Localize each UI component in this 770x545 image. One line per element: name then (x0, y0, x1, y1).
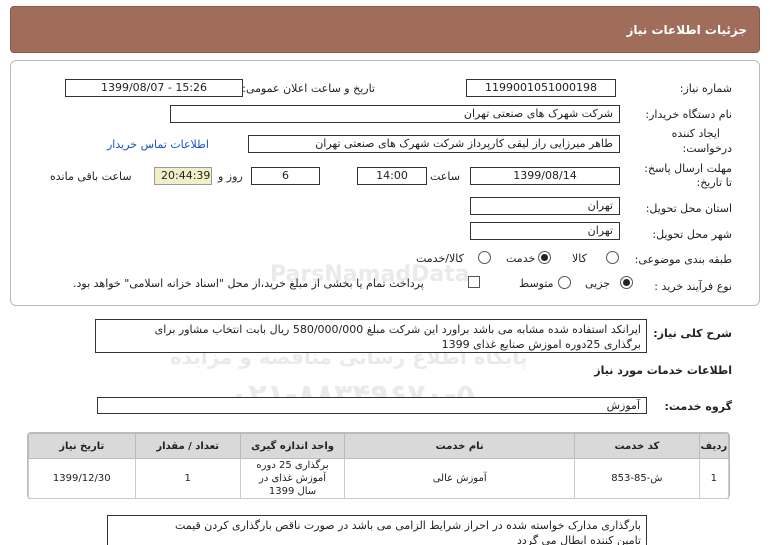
city-field: تهران (470, 222, 620, 240)
category-label: طبقه بندی موضوعی: (634, 253, 732, 266)
remaining-days-label: روز و (218, 170, 243, 183)
deadline-date-field: 1399/08/14 (470, 167, 620, 185)
cell-name: آموزش عالی (344, 458, 576, 499)
category-option-goods: کالا (572, 252, 587, 265)
city-label: شهر محل تحویل: (652, 228, 732, 241)
remaining-time-label: ساعت باقی مانده (50, 170, 132, 183)
remaining-days-field: 6 (251, 167, 320, 185)
process-radio-minor[interactable] (620, 276, 633, 289)
buyer-notes-line1: بارگذاری مدارک خواسته شده در احراز شرایط… (175, 519, 641, 532)
services-section-title: اطلاعات خدمات مورد نیاز (594, 364, 732, 377)
cell-qty: 1 (134, 458, 241, 499)
process-option-medium: متوسط (519, 277, 554, 290)
remaining-time-field: 20:44:39 (154, 167, 212, 185)
province-label: استان محل تحویل: (645, 202, 732, 215)
buyer-contact-link[interactable]: اطلاعات تماس خریدار (107, 138, 209, 151)
category-option-service: خدمت (506, 252, 536, 265)
announce-date-label: تاریخ و ساعت اعلان عمومی: (242, 82, 375, 95)
cell-row: 1 (698, 458, 730, 499)
need-number-label: شماره نیاز: (679, 82, 732, 95)
deadline-time-field: 14:00 (357, 167, 427, 185)
summary-label: شرح کلی نیاز: (653, 327, 732, 340)
col-date: تاریخ نیاز (28, 433, 136, 459)
page-title: جزئیات اطلاعات نیاز (626, 23, 747, 37)
col-unit: واحد اندازه گیری (239, 433, 346, 459)
service-group-field: آموزش (97, 397, 647, 414)
col-name: نام خدمت (344, 433, 576, 459)
deadline-label-line2: تا تاریخ: (696, 176, 732, 189)
summary-line2: برگذاری 25دوره اموزش صنایع غذای 1399 (441, 338, 641, 351)
category-option-goods-service: کالا/خدمت (416, 252, 464, 265)
creator-field: طاهر میرزایی راز لیقی کارپرداز شرکت شهرک… (248, 135, 620, 153)
process-option-minor: جزیی (585, 277, 611, 290)
deadline-time-label: ساعت (430, 170, 460, 183)
province-field: تهران (470, 197, 620, 215)
category-radio-goods[interactable] (606, 251, 619, 264)
summary-textarea: ایرانکد استفاده شده مشابه می باشد براورد… (95, 319, 647, 353)
treasury-bonds-checkbox[interactable] (468, 276, 480, 288)
col-code: کد خدمت (574, 433, 700, 459)
process-radio-medium[interactable] (558, 276, 571, 289)
cell-code: ش-85-853 (574, 458, 700, 499)
services-table: ردیف کد خدمت نام خدمت واحد اندازه گیری ت… (27, 432, 730, 499)
summary-line1: ایرانکد استفاده شده مشابه می باشد براورد… (154, 323, 641, 336)
col-qty: تعداد / مقدار (134, 433, 241, 459)
cell-date: 1399/12/30 (28, 458, 136, 499)
col-row: ردیف (698, 433, 730, 459)
buyer-notes-textarea: بارگذاری مدارک خواسته شده در احراز شرایط… (107, 515, 647, 545)
service-group-label: گروه خدمت: (664, 400, 732, 413)
treasury-bonds-note: پرداخت تمام یا بخشی از مبلغ خرید،از محل … (73, 277, 424, 290)
table-row: 1 ش-85-853 آموزش عالی برگذاری 25 دوره آم… (28, 458, 730, 499)
buyer-notes-line2: تامین کننده ابطال می گردد (516, 534, 641, 545)
category-radio-goods-service[interactable] (478, 251, 491, 264)
creator-label-line2: درخواست: (682, 142, 732, 155)
creator-label-line1: ایجاد کننده (671, 127, 720, 140)
process-label: نوع فرآیند خرید : (654, 280, 732, 293)
deadline-label-line1: مهلت ارسال پاسخ: (644, 162, 732, 175)
buyer-field: شرکت شهرک های صنعتی تهران (170, 105, 620, 123)
buyer-label: نام دستگاه خریدار: (645, 108, 732, 121)
announce-date-field: 1399/08/07 - 15:26 (65, 79, 243, 97)
cell-unit: برگذاری 25 دوره آموزش غذای در سال 1399 (239, 458, 346, 499)
table-header-row: ردیف کد خدمت نام خدمت واحد اندازه گیری ت… (28, 433, 730, 459)
category-radio-service[interactable] (538, 251, 551, 264)
page-header: جزئیات اطلاعات نیاز (10, 6, 760, 53)
need-number-field: 1199001051000198 (466, 79, 616, 97)
